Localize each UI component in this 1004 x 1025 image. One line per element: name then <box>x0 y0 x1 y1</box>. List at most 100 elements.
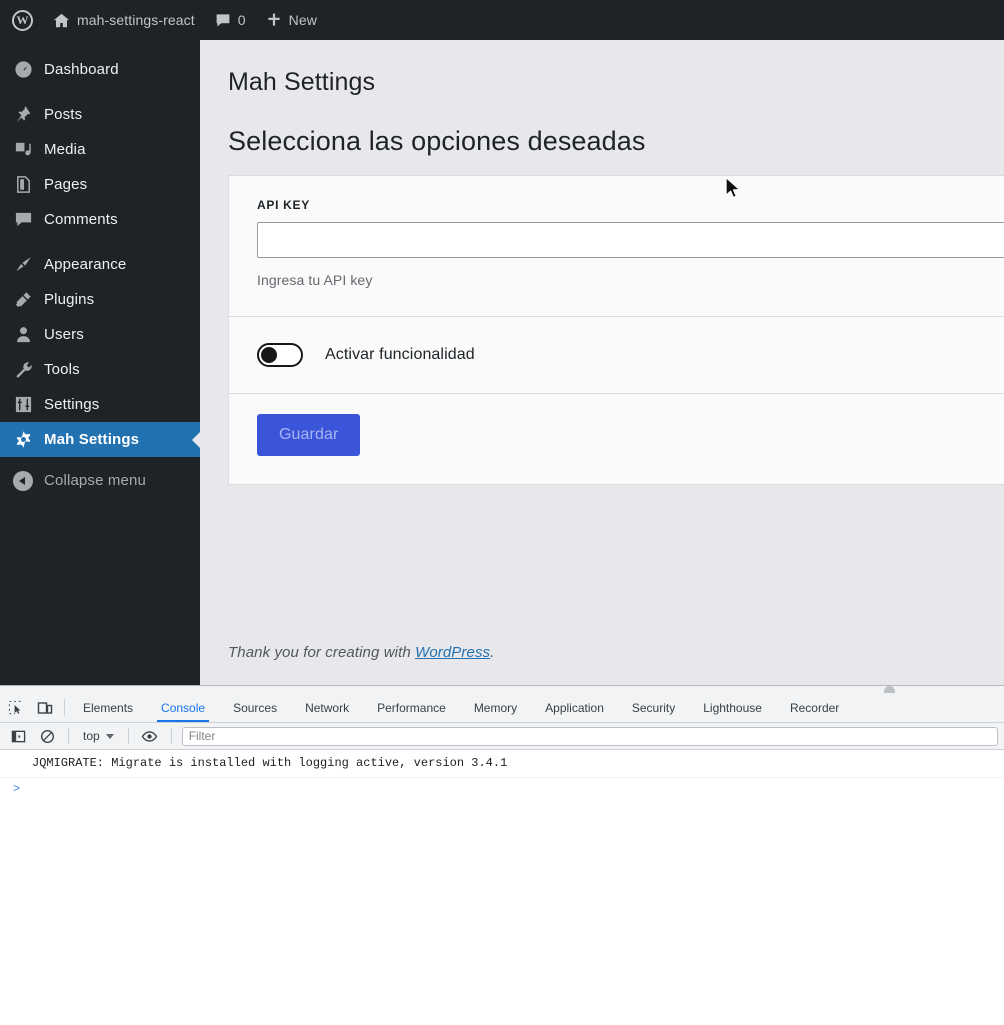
console-sidebar-icon[interactable] <box>5 723 31 749</box>
tab-memory[interactable]: Memory <box>460 693 531 722</box>
wp-logo-menu[interactable] <box>0 0 43 40</box>
sidebar-item-settings[interactable]: Settings <box>0 387 200 422</box>
devtools-tab-bar: Elements Console Sources Network Perform… <box>0 693 1004 723</box>
device-toolbar-icon[interactable] <box>30 693 60 722</box>
sidebar-label: Mah Settings <box>44 432 139 447</box>
sidebar-item-plugins[interactable]: Plugins <box>0 282 200 317</box>
page-title: Mah Settings <box>228 66 1004 99</box>
wordpress-logo-icon <box>12 10 33 31</box>
tab-sources[interactable]: Sources <box>219 693 291 722</box>
console-filter-input[interactable] <box>182 727 998 746</box>
sidebar-label: Dashboard <box>44 62 119 77</box>
dashboard-icon <box>12 59 34 81</box>
footer-text-before: Thank you for creating with <box>228 644 415 661</box>
save-button[interactable]: Guardar <box>257 414 360 456</box>
console-context-value: top <box>83 729 100 743</box>
devtools-panel: Elements Console Sources Network Perform… <box>0 685 1004 1024</box>
live-expression-icon[interactable] <box>137 723 163 749</box>
footer-text-after: . <box>490 644 494 661</box>
api-key-input[interactable] <box>257 222 1004 258</box>
pin-icon <box>12 104 34 126</box>
new-content-label: New <box>289 12 317 28</box>
menu-separator <box>0 87 200 97</box>
site-name-label: mah-settings-react <box>77 12 195 28</box>
api-key-row: API KEY Ingresa tu API key <box>229 176 1004 316</box>
sidebar-label: Tools <box>44 362 80 377</box>
console-message: JQMIGRATE: Migrate is installed with log… <box>0 750 1004 778</box>
inspect-element-icon[interactable] <box>0 693 30 722</box>
sidebar-label: Settings <box>44 397 99 412</box>
activate-feature-toggle[interactable] <box>257 343 303 367</box>
new-content-menu[interactable]: New <box>256 0 327 40</box>
chevron-down-icon <box>106 734 114 739</box>
home-icon <box>53 12 70 29</box>
tab-application[interactable]: Application <box>531 693 618 722</box>
tab-console[interactable]: Console <box>147 693 219 722</box>
api-key-label: API KEY <box>257 198 1004 212</box>
tab-network[interactable]: Network <box>291 693 363 722</box>
collapse-menu-button[interactable]: Collapse menu <box>0 463 200 498</box>
toggle-knob <box>261 347 277 363</box>
sidebar-label: Plugins <box>44 292 94 307</box>
admin-footer: Thank you for creating with WordPress. <box>228 644 494 661</box>
tab-recorder[interactable]: Recorder <box>776 693 853 722</box>
pages-icon <box>12 174 34 196</box>
menu-separator <box>0 237 200 247</box>
mouse-cursor <box>722 175 742 206</box>
tab-lighthouse[interactable]: Lighthouse <box>689 693 776 722</box>
sidebar-item-media[interactable]: Media <box>0 132 200 167</box>
api-key-help-text: Ingresa tu API key <box>257 272 1004 288</box>
sidebar-label: Appearance <box>44 257 126 272</box>
comments-menu[interactable]: 0 <box>205 0 256 40</box>
wordpress-link[interactable]: WordPress <box>415 644 490 661</box>
sidebar-item-pages[interactable]: Pages <box>0 167 200 202</box>
actions-row: Guardar <box>229 393 1004 484</box>
toolbar-divider <box>128 728 129 744</box>
site-name-menu[interactable]: mah-settings-react <box>43 0 205 40</box>
prompt-caret-icon: > <box>13 782 20 796</box>
sidebar-label: Posts <box>44 107 82 122</box>
devtools-resize-handle[interactable] <box>0 686 1004 693</box>
section-title: Selecciona las opciones deseadas <box>228 125 1004 159</box>
comments-count: 0 <box>238 12 246 28</box>
tab-security[interactable]: Security <box>618 693 689 722</box>
tab-elements[interactable]: Elements <box>69 693 147 722</box>
wrench-icon <box>12 359 34 381</box>
paintbrush-icon <box>12 254 34 276</box>
settings-card: API KEY Ingresa tu API key Activar funci… <box>228 175 1004 485</box>
sidebar-item-tools[interactable]: Tools <box>0 352 200 387</box>
sidebar-label: Media <box>44 142 86 157</box>
sidebar-item-appearance[interactable]: Appearance <box>0 247 200 282</box>
sidebar-item-users[interactable]: Users <box>0 317 200 352</box>
sliders-icon <box>12 394 34 416</box>
activate-feature-label: Activar funcionalidad <box>325 346 475 364</box>
comment-bubble-icon <box>215 12 231 28</box>
console-toolbar: top <box>0 723 1004 750</box>
collapse-arrow-icon <box>12 470 34 492</box>
clear-console-icon[interactable] <box>34 723 60 749</box>
toolbar-divider <box>68 728 69 744</box>
feature-toggle-row: Activar funcionalidad <box>229 316 1004 393</box>
browser-page-viewport: mah-settings-react 0 New Dashboard <box>0 0 1004 685</box>
admin-sidebar-menu: Dashboard Posts Media Pages Comment <box>0 40 200 685</box>
sidebar-item-mah-settings[interactable]: Mah Settings <box>0 422 200 457</box>
toolbar-divider <box>171 728 172 744</box>
tab-performance[interactable]: Performance <box>363 693 460 722</box>
sidebar-item-posts[interactable]: Posts <box>0 97 200 132</box>
sidebar-item-comments[interactable]: Comments <box>0 202 200 237</box>
main-content: Mah Settings Selecciona las opciones des… <box>200 40 1004 685</box>
wp-admin-bar: mah-settings-react 0 New <box>0 0 1004 40</box>
media-icon <box>12 139 34 161</box>
console-output[interactable]: JQMIGRATE: Migrate is installed with log… <box>0 750 1004 1025</box>
console-context-selector[interactable]: top <box>77 726 120 746</box>
console-input-prompt[interactable]: > <box>0 778 1004 800</box>
sidebar-label: Comments <box>44 212 118 227</box>
sidebar-item-dashboard[interactable]: Dashboard <box>0 52 200 87</box>
collapse-menu-label: Collapse menu <box>44 473 146 488</box>
sidebar-label: Pages <box>44 177 87 192</box>
plus-icon <box>266 12 282 28</box>
plug-icon <box>12 289 34 311</box>
toolbar-divider <box>64 699 65 716</box>
gear-icon <box>12 429 34 451</box>
comment-bubble-icon <box>12 209 34 231</box>
